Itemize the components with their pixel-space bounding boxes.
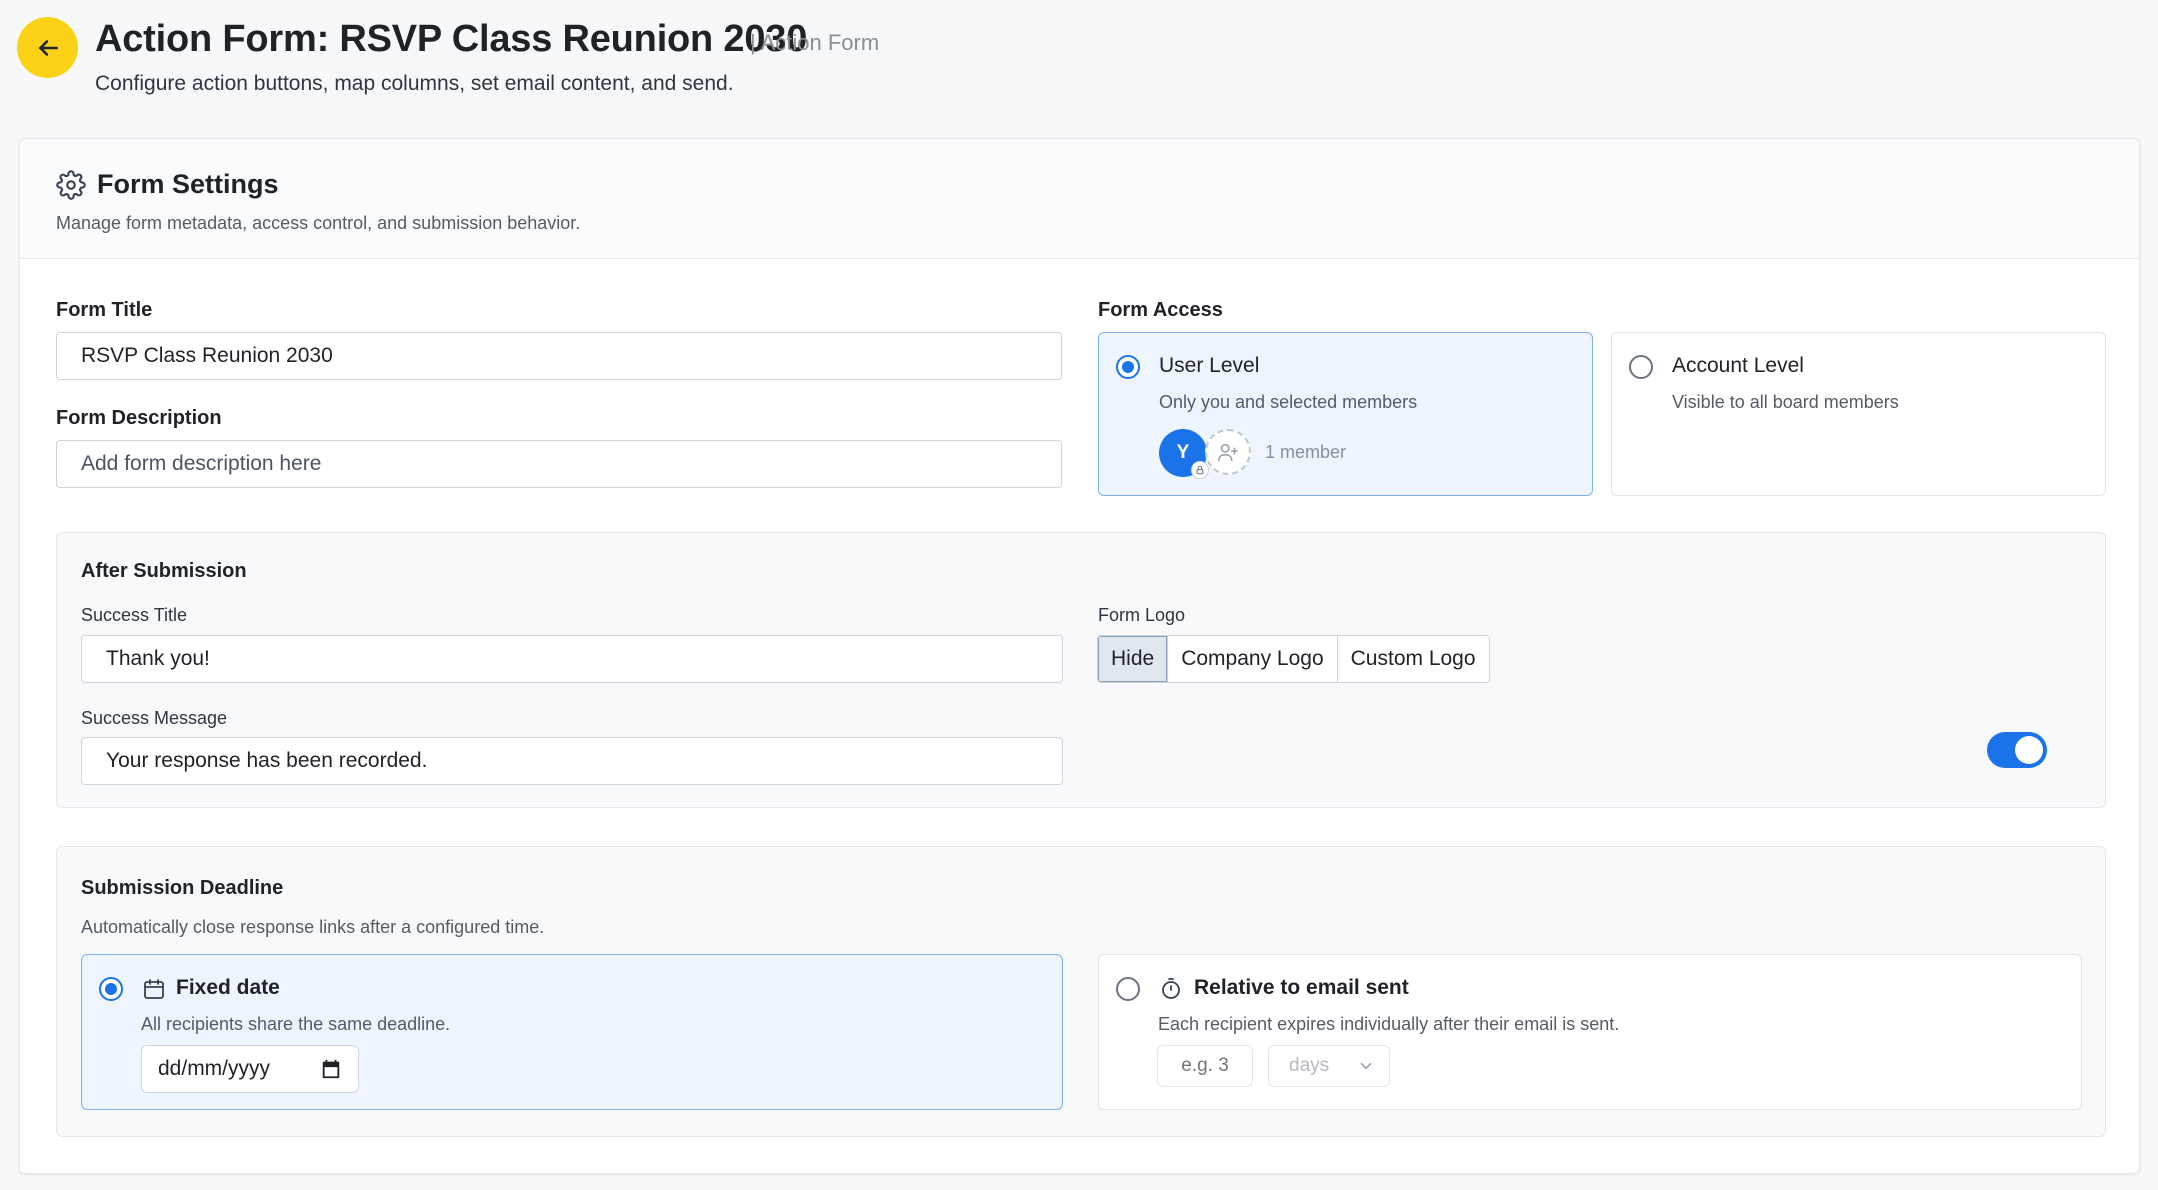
after-submission-title: After Submission [81,560,247,582]
timer-icon [1162,978,1180,999]
chevron-down-icon [1360,1062,1372,1070]
account-level-radio[interactable] [1629,355,1653,379]
account-level-title: Account Level [1672,354,1804,377]
access-option-account-level[interactable]: Account Level Visible to all board membe… [1611,332,2106,496]
submission-deadline-section: Submission Deadline Automatically close … [56,846,2106,1137]
page-type-tag: | Action Form [750,30,880,55]
deadline-option-relative[interactable]: Relative to email sent Each recipient ex… [1098,954,2082,1110]
logo-option-company[interactable]: Company Logo [1167,636,1337,682]
form-logo-label: Form Logo [1098,605,1186,625]
user-level-description: Only you and selected members [1159,392,1418,412]
relative-amount-input[interactable] [1157,1045,1253,1087]
calendar-icon [144,979,164,999]
success-message-input[interactable] [81,737,1063,785]
fixed-date-radio[interactable] [99,977,123,1001]
fixed-date-description: All recipients share the same deadline. [141,1014,451,1034]
deadline-date-input[interactable]: dd/mm/yyyy [141,1045,359,1093]
calendar-picker-icon[interactable] [320,1058,342,1080]
form-logo-selector: Hide Company Logo Custom Logo [1097,635,1490,683]
relative-unit-select[interactable]: days [1268,1045,1390,1087]
user-level-radio[interactable] [1116,355,1140,379]
success-title-input[interactable] [81,635,1063,683]
form-settings-header: Form Settings Manage form metadata, acce… [20,139,2139,259]
logo-option-custom[interactable]: Custom Logo [1336,636,1489,682]
fixed-date-title: Fixed date [176,976,280,999]
lock-badge [1191,461,1209,479]
member-count: 1 member [1265,442,1347,462]
form-description-input[interactable] [56,440,1062,488]
relative-radio[interactable] [1116,977,1140,1001]
lock-icon [1196,465,1204,475]
form-settings-description: Manage form metadata, access control, an… [56,213,581,233]
access-option-user-level[interactable]: User Level Only you and selected members… [1098,332,1593,496]
relative-title: Relative to email sent [1194,976,1409,999]
gear-icon [56,170,86,200]
success-message-label: Success Message [81,708,228,728]
submission-deadline-title: Submission Deadline [81,877,284,899]
after-submission-section: After Submission Success Title Success M… [56,532,2106,808]
relative-description: Each recipient expires individually afte… [1158,1014,1620,1034]
arrow-left-icon [38,39,58,56]
form-settings-card: Form Settings Manage form metadata, acce… [19,138,2140,1174]
form-title-input[interactable] [56,332,1062,380]
submission-deadline-description: Automatically close response links after… [81,917,545,937]
form-access-label: Form Access [1098,299,1223,321]
action-form-page: Action Form: RSVP Class Reunion 2030 | A… [0,0,2158,1190]
back-button[interactable] [17,17,78,78]
user-plus-icon [1218,443,1238,462]
form-description-label: Form Description [56,407,222,429]
account-level-description: Visible to all board members [1672,392,1899,412]
form-settings-title: Form Settings [97,169,279,199]
page-subtitle: Configure action buttons, map columns, s… [95,72,734,95]
relative-unit-value: days [1289,1055,1330,1076]
logo-option-hide[interactable]: Hide [1098,636,1168,682]
add-member-button[interactable] [1205,429,1251,475]
date-placeholder: dd/mm/yyyy [158,1057,271,1080]
deadline-option-fixed[interactable]: Fixed date All recipients share the same… [81,954,1063,1110]
success-title-label: Success Title [81,605,188,625]
user-level-title: User Level [1159,354,1260,377]
submission-deadline-toggle[interactable] [1987,732,2047,768]
form-title-label: Form Title [56,299,153,321]
page-title: Action Form: RSVP Class Reunion 2030 [95,18,808,60]
